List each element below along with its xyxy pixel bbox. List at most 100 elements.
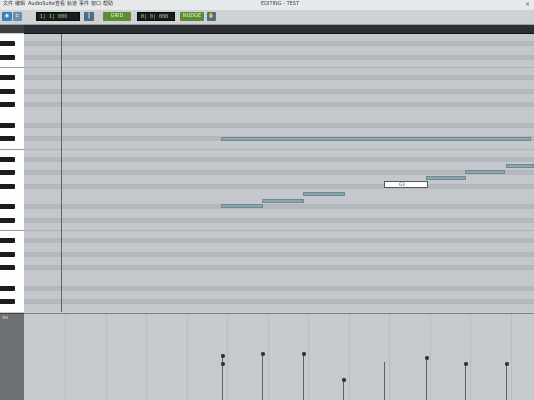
black-key[interactable] — [0, 122, 15, 128]
midi-note-5[interactable] — [426, 176, 466, 180]
octave-lane-line — [24, 230, 534, 232]
velocity-handle[interactable] — [220, 354, 225, 358]
black-key[interactable] — [0, 156, 15, 162]
black-key-lane — [24, 122, 534, 128]
selector-icon[interactable]: ┃ — [84, 12, 94, 21]
note-pitch-label: G3 — [399, 182, 405, 187]
menu-event[interactable]: 事件 — [79, 1, 89, 8]
velocity-lane-label: Vel — [2, 315, 8, 320]
menu-audiosuite[interactable]: AudioSuite — [28, 1, 55, 8]
velocity-handle[interactable] — [463, 362, 468, 366]
velocity-gridline — [268, 314, 269, 400]
octave-divider — [0, 230, 24, 232]
black-key[interactable] — [0, 102, 15, 108]
black-key[interactable] — [0, 75, 15, 80]
velocity-gridline — [65, 314, 66, 400]
timeline-ruler[interactable] — [24, 25, 534, 34]
black-key[interactable] — [0, 285, 15, 291]
black-key-lane — [24, 251, 534, 257]
grabber-icon[interactable]: ✋ — [207, 12, 216, 21]
black-key-lane — [24, 102, 534, 108]
velocity-handle[interactable] — [301, 352, 306, 356]
black-key-lane — [24, 265, 534, 271]
velocity-gridline — [430, 314, 431, 400]
velocity-stem[interactable] — [426, 358, 427, 400]
black-key-lane — [24, 285, 534, 291]
octave-divider — [0, 148, 24, 150]
velocity-handle[interactable] — [220, 362, 225, 366]
grid-mode-button[interactable]: GRID — [103, 12, 131, 21]
velocity-gridline — [308, 314, 309, 400]
velocity-gridline — [389, 314, 390, 400]
velocity-lane-header: Vel — [0, 313, 24, 400]
velocity-gridline — [349, 314, 350, 400]
velocity-stem[interactable] — [343, 380, 344, 400]
black-key[interactable] — [0, 238, 15, 244]
menu-file[interactable]: 文件 — [3, 1, 13, 8]
black-key[interactable] — [0, 136, 15, 142]
velocity-stem[interactable] — [384, 362, 385, 400]
midi-note-6[interactable] — [465, 170, 505, 174]
midi-note-long[interactable] — [221, 137, 531, 141]
velocity-handle[interactable] — [341, 378, 346, 382]
nudge-mode-button[interactable]: NUDGE — [180, 12, 204, 21]
velocity-stem[interactable] — [506, 364, 507, 400]
velocity-handle[interactable] — [504, 362, 509, 366]
midi-note-7[interactable] — [506, 164, 534, 168]
black-key[interactable] — [0, 41, 15, 46]
sub-counter[interactable]: 0| 0| 000 — [137, 12, 175, 21]
velocity-gridline — [187, 314, 188, 400]
window-title: EDITING - TEST — [260, 1, 300, 7]
black-key-lane — [24, 88, 534, 94]
velocity-stem[interactable] — [303, 354, 304, 400]
menu-view[interactable]: 查看 — [55, 1, 65, 8]
black-key-lane — [24, 217, 534, 223]
black-key[interactable] — [0, 54, 15, 60]
velocity-stem[interactable] — [465, 364, 466, 400]
velocity-handle[interactable] — [424, 356, 429, 360]
playhead-line[interactable] — [61, 34, 62, 312]
black-key-lane — [24, 183, 534, 189]
black-key[interactable] — [0, 299, 15, 305]
black-key[interactable] — [0, 251, 15, 257]
velocity-gridline — [106, 314, 107, 400]
velocity-gridline — [470, 314, 471, 400]
black-key[interactable] — [0, 265, 15, 271]
black-key[interactable] — [0, 170, 15, 176]
midi-note-selected[interactable]: G3 — [384, 181, 428, 188]
velocity-stem[interactable] — [262, 354, 263, 400]
ruler-corner — [0, 25, 24, 33]
octave-lane-line — [24, 148, 534, 150]
velocity-gridline — [511, 314, 512, 400]
black-key[interactable] — [0, 183, 15, 189]
menu-help[interactable]: 帮助 — [103, 1, 113, 8]
black-key[interactable] — [0, 217, 15, 223]
close-icon[interactable]: × — [525, 1, 530, 8]
velocity-handle[interactable] — [260, 352, 265, 356]
midi-note-2[interactable] — [262, 199, 304, 203]
piano-keyboard[interactable] — [0, 34, 25, 312]
black-key-lane — [24, 299, 534, 305]
menu-edit[interactable]: 编辑 — [15, 1, 25, 8]
black-key-lane — [24, 75, 534, 80]
velocity-gridline — [146, 314, 147, 400]
toolbar: ◉ ⊏ 1| 1| 000 ┃ GRID 0| 0| 000 NUDGE ✋ — [0, 10, 534, 25]
trim-icon[interactable]: ⊏ — [13, 12, 22, 21]
menu-track[interactable]: 轨道 — [67, 1, 77, 8]
midi-editor-window: 文件 编辑 AudioSuite 查看 轨道 事件 窗口 帮助 EDITING … — [0, 0, 534, 400]
zoom-icon[interactable]: ◉ — [2, 12, 12, 21]
menu-window[interactable]: 窗口 — [91, 1, 101, 8]
note-grid[interactable]: G3 — [24, 34, 534, 312]
black-key-lane — [24, 204, 534, 210]
velocity-lane[interactable] — [24, 313, 534, 400]
black-key-lane — [24, 41, 534, 46]
black-key-lane — [24, 54, 534, 60]
octave-lane-line — [24, 67, 534, 69]
black-key[interactable] — [0, 88, 15, 94]
main-counter[interactable]: 1| 1| 000 — [36, 12, 80, 21]
black-key-lane — [24, 238, 534, 244]
black-key-lane — [24, 156, 534, 162]
midi-note-1[interactable] — [221, 204, 263, 208]
midi-note-3[interactable] — [303, 192, 345, 196]
black-key[interactable] — [0, 204, 15, 210]
